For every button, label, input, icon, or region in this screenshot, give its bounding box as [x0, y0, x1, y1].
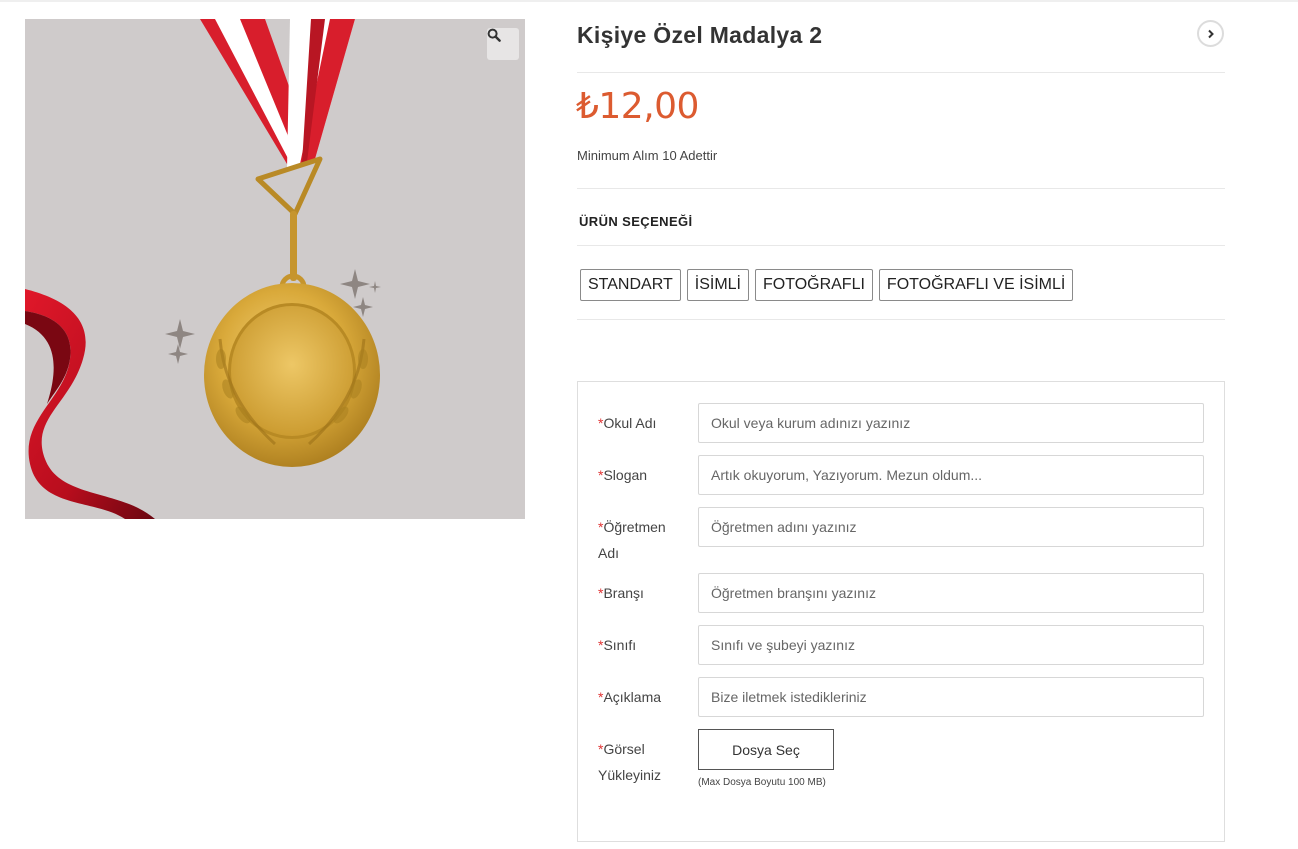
divider — [577, 245, 1225, 246]
field-label: *Slogan — [598, 467, 648, 483]
file-select-button[interactable]: Dosya Seç — [698, 729, 834, 770]
next-product-button[interactable] — [1197, 20, 1224, 47]
swatch-isimli[interactable]: İSİMLİ — [686, 269, 749, 301]
top-divider — [0, 0, 1298, 2]
sinifi-input[interactable] — [698, 625, 1204, 665]
variation-label: ÜRÜN SEÇENEĞİ — [579, 214, 693, 229]
ogretmen-adi-input[interactable] — [698, 507, 1204, 547]
product-title: Kişiye Özel Madalya 2 — [577, 22, 823, 48]
magnifier-icon — [487, 28, 501, 42]
field-label: *Branşı — [598, 585, 644, 601]
swatch-standart[interactable]: STANDART — [580, 269, 681, 301]
field-label: *Okul Adı — [598, 415, 657, 431]
okul-adi-input[interactable] — [698, 403, 1204, 443]
field-label: *Sınıfı — [598, 637, 637, 653]
product-image[interactable] — [25, 19, 525, 519]
chevron-right-icon — [1207, 29, 1214, 38]
variation-swatches: STANDART İSİMLİ FOTOĞRAFLI FOTOĞRAFLI VE… — [580, 269, 1074, 301]
custom-fields-form: *Okul Adı *Slogan *Öğretmen Adı *Branşı … — [577, 381, 1225, 842]
aciklama-input[interactable] — [698, 677, 1204, 717]
divider — [577, 188, 1225, 189]
product-price: ₺12,00 — [576, 86, 699, 127]
zoom-button[interactable] — [487, 28, 519, 60]
field-label: *Öğretmen Adı — [598, 519, 666, 561]
divider — [577, 319, 1225, 320]
slogan-input[interactable] — [698, 455, 1204, 495]
divider — [577, 72, 1225, 73]
file-size-hint: (Max Dosya Boyutu 100 MB) — [698, 777, 826, 788]
field-label: *Görsel Yükleyiniz — [598, 741, 662, 783]
swatch-fotografli[interactable]: FOTOĞRAFLI — [754, 269, 873, 301]
bransi-input[interactable] — [698, 573, 1204, 613]
short-description: Minimum Alım 10 Adettir — [577, 148, 718, 163]
field-label: *Açıklama — [598, 689, 662, 705]
swatch-fotografli-ve-isimli[interactable]: FOTOĞRAFLI VE İSİMLİ — [878, 269, 1074, 301]
medal-illustration — [25, 19, 381, 519]
